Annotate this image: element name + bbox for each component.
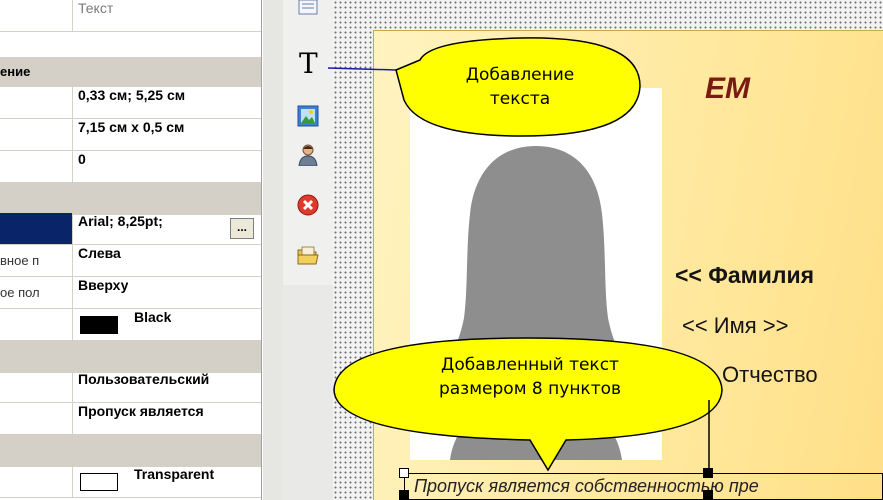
callout-bottom-text: Добавленный текст размером 8 пунктов bbox=[385, 353, 675, 401]
callout-bottom-line1: Добавленный текст bbox=[441, 355, 619, 375]
callout-layer bbox=[327, 37, 723, 472]
callout-top-line1: Добавление bbox=[465, 65, 575, 85]
callout-top-text: Добавление текста bbox=[445, 63, 595, 111]
callout-bottom-line2: размером 8 пунктов bbox=[438, 379, 622, 399]
callout-top-line2: текста bbox=[489, 89, 551, 109]
